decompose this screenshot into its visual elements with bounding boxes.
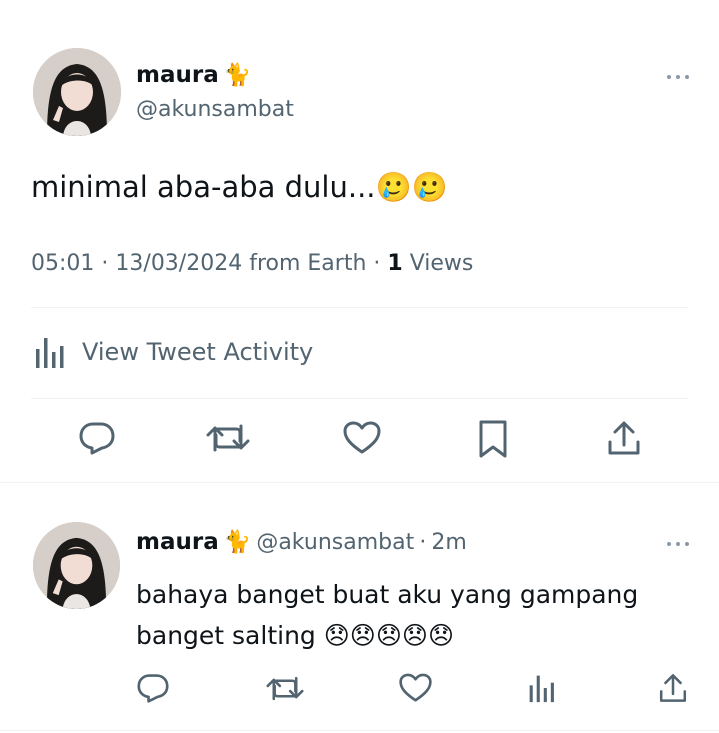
cat-emoji: 🐈	[223, 63, 252, 88]
reply-time[interactable]: 2m	[431, 530, 466, 555]
view-tweet-activity-label: View Tweet Activity	[82, 338, 314, 366]
like-icon	[343, 421, 381, 454]
retweet-icon	[266, 676, 304, 700]
author-name[interactable]: maura	[136, 62, 219, 88]
retweet-icon	[206, 424, 250, 452]
tweet-source: from Earth	[249, 251, 367, 276]
more-horizontal-icon[interactable]	[667, 539, 693, 549]
author-name-row[interactable]: maura 🐈	[136, 62, 251, 88]
avatar[interactable]	[33, 48, 121, 136]
reply-author-name[interactable]: maura	[136, 529, 219, 555]
analytics-icon	[529, 675, 554, 703]
tweet-time[interactable]: 05:01	[31, 251, 94, 276]
share-icon	[659, 674, 687, 702]
tweet-date[interactable]: 13/03/2024	[115, 251, 242, 276]
tweet-meta: 05:01 · 13/03/2024 from Earth · 1 Views	[31, 251, 473, 276]
like-icon	[398, 673, 432, 702]
reply-icon	[79, 422, 115, 455]
reply-author-handle[interactable]: @akunsambat	[256, 530, 414, 555]
views-label: Views	[409, 251, 474, 276]
reply-retweet-button[interactable]	[264, 670, 306, 706]
reply-analytics-button[interactable]	[526, 670, 558, 706]
share-button[interactable]	[603, 418, 645, 458]
meta-separator: ·	[101, 251, 116, 276]
reply-share-button[interactable]	[655, 670, 691, 706]
cat-emoji: 🐈	[223, 530, 252, 555]
reply-like-button[interactable]	[396, 670, 434, 706]
analytics-icon	[33, 334, 67, 370]
reply-icon	[137, 674, 169, 703]
reply-header: maura 🐈 @akunsambat · 2m	[136, 529, 467, 555]
views-count: 1	[387, 251, 403, 276]
reply-avatar[interactable]	[33, 522, 120, 609]
more-horizontal-icon[interactable]	[667, 72, 693, 82]
retweet-button[interactable]	[204, 418, 252, 458]
divider	[31, 307, 688, 308]
meta-separator: ·	[373, 251, 388, 276]
bookmark-icon	[479, 420, 507, 458]
reply-text: bahaya banget buat aku yang gampang bang…	[136, 580, 639, 650]
reply-button[interactable]	[75, 418, 119, 458]
reply-reply-button[interactable]	[134, 670, 172, 706]
author-handle[interactable]: @akunsambat	[136, 97, 294, 122]
divider	[31, 398, 688, 399]
meta-separator: ·	[419, 530, 427, 555]
divider	[0, 482, 719, 483]
view-tweet-activity-link[interactable]: View Tweet Activity	[33, 332, 313, 372]
divider	[0, 730, 719, 731]
share-icon	[608, 421, 640, 455]
tweet-text: minimal aba-aba dulu...🥲🥲	[31, 170, 448, 204]
bookmark-button[interactable]	[473, 418, 513, 460]
like-button[interactable]	[340, 418, 384, 458]
